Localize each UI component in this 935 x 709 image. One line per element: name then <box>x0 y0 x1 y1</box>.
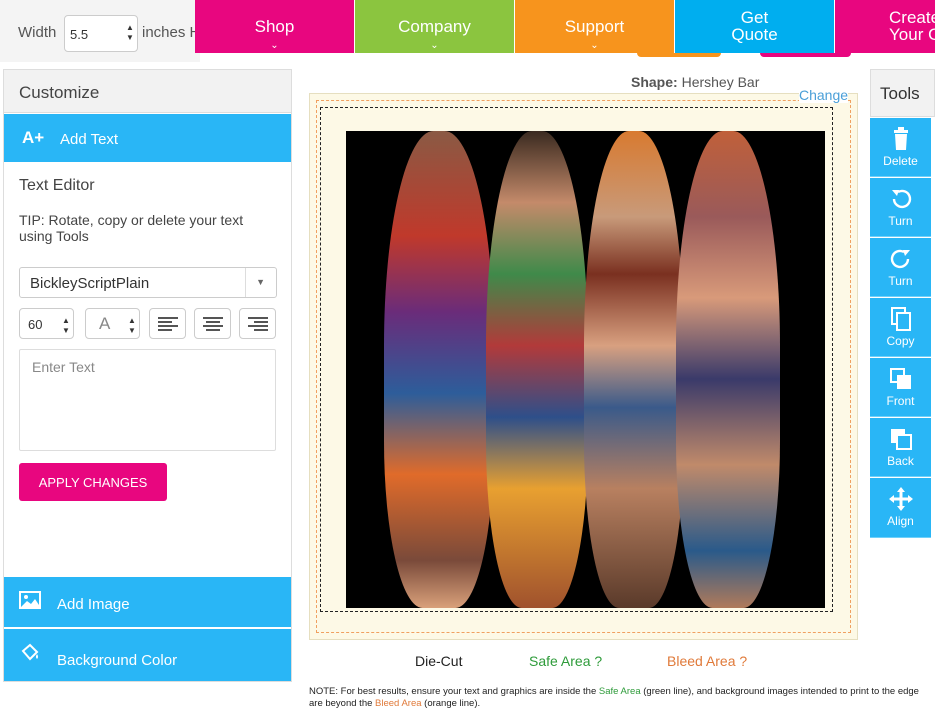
trash-icon <box>893 127 908 150</box>
text-input-placeholder: Enter Text <box>32 359 95 375</box>
apply-changes-button[interactable]: APPLY CHANGES <box>19 463 167 501</box>
align-tool-button[interactable]: Align <box>870 478 931 538</box>
nav-get-quote[interactable]: Get Quote <box>675 0 834 53</box>
nav-create[interactable]: CreateYour Ow <box>835 0 935 53</box>
align-center-button[interactable] <box>194 308 231 339</box>
tools-title: Tools <box>870 69 935 117</box>
align-right-button[interactable] <box>239 308 276 339</box>
tattoo-sleeves-image[interactable] <box>346 131 825 608</box>
bring-front-icon <box>889 368 911 389</box>
nav-shop-label: Shop <box>254 17 295 36</box>
nav-support-label: Support <box>564 17 625 36</box>
front-label: Front <box>886 394 915 408</box>
move-arrows-icon <box>888 487 913 511</box>
nav-company[interactable]: Company ⌄ <box>355 0 514 53</box>
text-editor-title: Text Editor <box>19 177 95 194</box>
back-tool-button[interactable]: Back <box>870 418 931 477</box>
add-image-label: Add Image <box>57 596 130 613</box>
chevron-down-icon: ⌄ <box>270 40 279 51</box>
nav-shop[interactable]: Shop ⌄ <box>195 0 354 53</box>
bleed-area-legend[interactable]: Bleed Area ? <box>667 653 747 669</box>
font-value: BickleyScriptPlain <box>30 275 150 292</box>
size-bar: Width 5.5 ▲ ▼ inches H <box>0 0 200 62</box>
background-color-button[interactable]: Background Color <box>4 629 291 681</box>
image-icon <box>19 591 41 609</box>
width-stepper-icon[interactable]: ▲ ▼ <box>126 23 134 43</box>
chevron-down-icon: ⌄ <box>430 40 439 51</box>
chevron-down-icon: ▼ <box>256 277 265 287</box>
copy-icon <box>890 307 911 331</box>
paint-bucket-icon <box>21 643 39 661</box>
turn-left-label: Turn <box>888 214 913 228</box>
nav-underline <box>760 53 851 57</box>
customize-title: Customize <box>4 69 291 113</box>
rotate-left-icon <box>891 189 911 209</box>
nav-company-label: Company <box>398 17 471 36</box>
shape-value: Hershey Bar <box>681 74 760 90</box>
font-size-value: 60 <box>28 317 43 332</box>
add-text-label: Add Text <box>60 131 119 148</box>
tip-text: TIP: Rotate, copy or delete your text us… <box>19 212 244 244</box>
font-size-stepper[interactable]: 60 ▲ ▼ <box>19 308 74 339</box>
add-text-icon: A+ <box>22 128 45 147</box>
delete-tool-button[interactable]: Delete <box>870 118 931 177</box>
delete-label: Delete <box>883 154 918 168</box>
safe-area-legend[interactable]: Safe Area ? <box>529 653 602 669</box>
font-select[interactable]: BickleyScriptPlain ▼ <box>19 267 277 298</box>
add-image-button[interactable]: Add Image <box>4 577 291 627</box>
turn-left-tool-button[interactable]: Turn <box>870 178 931 237</box>
die-cut-legend: Die-Cut <box>415 653 463 669</box>
turn-right-tool-button[interactable]: Turn <box>870 238 931 297</box>
shape-info: Shape: Hershey Bar <box>631 74 759 90</box>
change-shape-link[interactable]: Change <box>799 87 849 103</box>
unit-label: inches H <box>142 24 200 41</box>
align-label: Align <box>887 514 914 528</box>
align-left-button[interactable] <box>149 308 186 339</box>
copy-tool-button[interactable]: Copy <box>870 298 931 357</box>
send-back-icon <box>890 429 912 450</box>
design-canvas[interactable] <box>309 93 858 640</box>
chevron-down-icon: ⌄ <box>590 40 599 51</box>
width-value: 5.5 <box>70 27 89 42</box>
add-text-button[interactable]: A+ Add Text <box>4 114 291 162</box>
customize-panel: Customize A+ Add Text Text Editor TIP: R… <box>3 69 292 682</box>
copy-label: Copy <box>886 334 915 348</box>
width-label: Width <box>18 24 57 41</box>
nav-create-line2: Your Ow <box>889 25 935 44</box>
front-tool-button[interactable]: Front <box>870 358 931 417</box>
nav-support[interactable]: Support ⌄ <box>515 0 674 53</box>
rotate-right-icon <box>890 249 910 269</box>
print-note: NOTE: For best results, ensure your text… <box>309 686 919 709</box>
nav-quote-line2: Quote <box>731 25 778 44</box>
text-input[interactable]: Enter Text <box>19 349 276 451</box>
shape-label: Shape: <box>631 74 678 90</box>
background-color-label: Background Color <box>57 652 178 669</box>
back-label: Back <box>887 454 914 468</box>
font-color-picker[interactable]: A ▲ ▼ <box>85 308 140 339</box>
stepper-arrows-icon[interactable]: ▲ ▼ <box>62 316 70 336</box>
width-input[interactable]: 5.5 ▲ ▼ <box>64 15 138 52</box>
font-color-icon: A <box>99 314 111 333</box>
stepper-arrows-icon[interactable]: ▲ ▼ <box>128 316 136 336</box>
nav-underline <box>637 53 721 57</box>
turn-right-label: Turn <box>888 274 913 288</box>
